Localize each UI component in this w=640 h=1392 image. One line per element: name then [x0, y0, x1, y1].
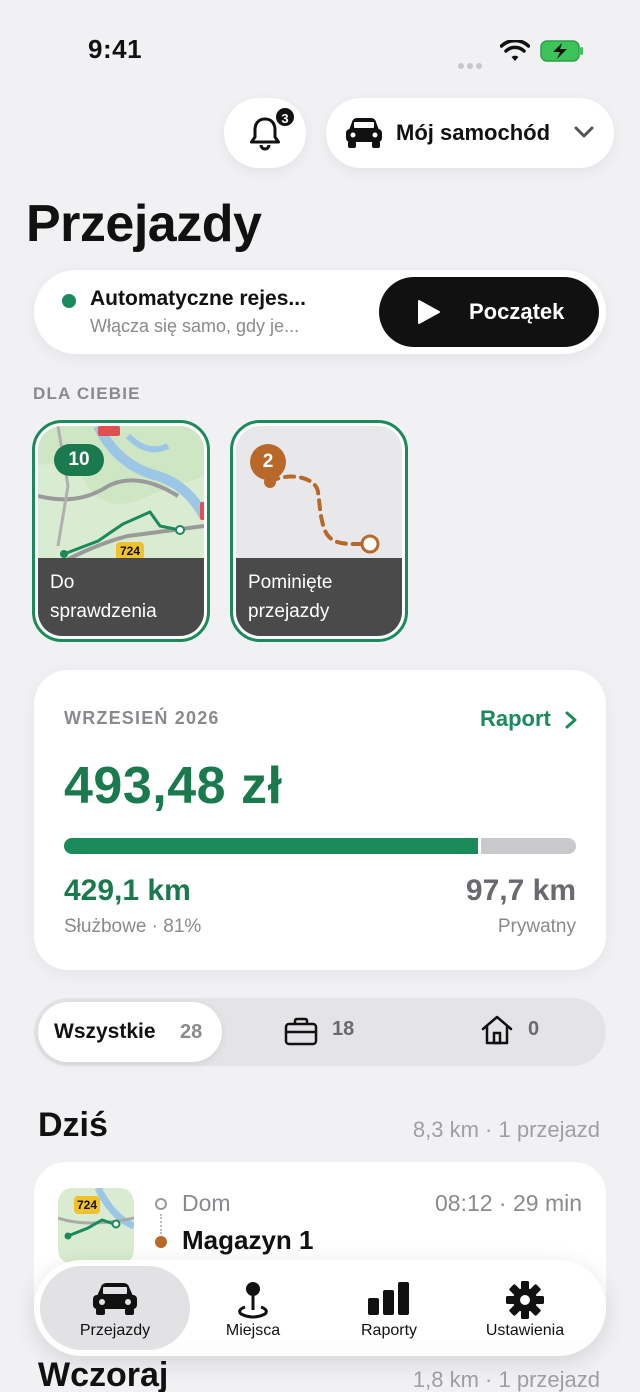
auto-record-subtitle: Włącza się samo, gdy je...: [90, 316, 300, 336]
tab-bar: Przejazdy Miejsca Raporty Ustawienia: [34, 1260, 606, 1356]
car-selector-button[interactable]: Mój samochód: [326, 98, 614, 168]
trip-destination-dot: [155, 1236, 167, 1248]
trip-origin: Dom: [182, 1190, 231, 1216]
start-trip-button[interactable]: Początek: [379, 277, 599, 347]
tab-places-label: Miejsca: [225, 1322, 281, 1339]
skipped-count-badge: 2: [250, 444, 286, 480]
filter-all-count: 28: [180, 1021, 203, 1043]
skipped-trips-tile[interactable]: 2 Pominięte przejazdy: [230, 420, 408, 642]
tab-reports[interactable]: Raporty: [314, 1266, 464, 1350]
notification-count-badge: 3: [274, 106, 296, 128]
home-icon: [481, 1015, 513, 1045]
day-meta-today: 8,3 km · 1 przejazd: [412, 1117, 600, 1142]
business-private-bar: [64, 838, 576, 854]
filter-business-count: 18: [332, 1018, 355, 1040]
day-title-yesterday: Wczoraj: [38, 1356, 169, 1392]
report-link-label: Raport: [480, 706, 551, 731]
auto-record-title: Automatyczne rejes...: [90, 287, 306, 310]
chevron-right-icon: [565, 711, 577, 729]
day-meta-yesterday: 1,8 km · 1 przejazd: [412, 1367, 600, 1392]
signal-icon: [458, 56, 492, 69]
business-label: Służbowe · 81%: [64, 916, 202, 937]
summary-month: WRZESIEŃ 2026: [64, 708, 220, 728]
private-label: Prywatny: [497, 916, 576, 937]
filter-all[interactable]: Wszystkie 28: [38, 1002, 222, 1062]
day-title-today: Dziś: [38, 1106, 108, 1144]
status-time: 9:41: [88, 34, 143, 64]
filter-private-count: 0: [528, 1018, 540, 1040]
car-selector-label: Mój samochód: [396, 120, 551, 145]
for-you-label: DLA CIEBIE: [33, 384, 141, 403]
summary-amount: 493,48 zł: [64, 757, 283, 815]
trip-origin-dot: [155, 1198, 167, 1210]
report-link[interactable]: Raport: [480, 706, 577, 732]
to-review-line2: sprawdzenia: [50, 601, 157, 622]
battery-icon: [540, 40, 583, 62]
filter-all-label: Wszystkie: [54, 1020, 156, 1043]
to-review-caption: Do sprawdzenia: [38, 558, 204, 636]
trip-road-sign: 724: [74, 1196, 100, 1214]
auto-record-status-dot: [62, 294, 76, 308]
trip-destination: Magazyn 1: [182, 1225, 314, 1255]
map-pin-icon: [238, 1282, 268, 1319]
skipped-caption: Pominięte przejazdy: [236, 558, 402, 636]
page-title: Przejazdy: [26, 195, 262, 253]
filter-business[interactable]: 18: [284, 1016, 374, 1048]
trip-time: 08:12 · 29 min: [434, 1190, 582, 1216]
wifi-icon: [500, 40, 530, 61]
to-review-line1: Do: [50, 572, 75, 593]
car-icon: [93, 1283, 137, 1315]
private-km: 97,7 km: [465, 874, 576, 907]
bar-chart-icon: [368, 1282, 409, 1315]
car-icon: [346, 118, 382, 148]
start-trip-label: Początek: [469, 299, 565, 324]
skipped-line2: przejazdy: [248, 601, 330, 622]
notifications-button[interactable]: 3: [224, 98, 306, 168]
gear-icon: [506, 1281, 544, 1319]
to-review-count-badge: 10: [54, 444, 104, 476]
auto-record-card[interactable]: Automatyczne rejes... Włącza się samo, g…: [34, 270, 606, 354]
tab-settings-label: Ustawienia: [485, 1322, 565, 1339]
tab-places[interactable]: Miejsca: [178, 1266, 328, 1350]
trip-map-thumbnail: 724: [58, 1188, 134, 1264]
tab-reports-label: Raporty: [360, 1322, 418, 1339]
to-review-tile[interactable]: 724 10 Do sprawdzenia: [32, 420, 210, 642]
skipped-line1: Pominięte: [248, 572, 333, 593]
chevron-down-icon: [574, 126, 594, 138]
tab-trips-label: Przejazdy: [79, 1322, 151, 1339]
tab-settings[interactable]: Ustawienia: [450, 1266, 600, 1350]
trip-connector: [160, 1214, 162, 1234]
filter-private[interactable]: 0: [480, 1015, 560, 1048]
tab-trips[interactable]: Przejazdy: [40, 1266, 190, 1350]
trip-filter: Wszystkie 28 18 0: [34, 998, 606, 1066]
briefcase-icon: [284, 1017, 318, 1046]
monthly-summary-card: WRZESIEŃ 2026 Raport 493,48 zł 429,1 km …: [34, 670, 606, 970]
business-share-fill: [64, 838, 482, 854]
play-icon: [418, 300, 440, 324]
business-km: 429,1 km: [64, 874, 191, 907]
